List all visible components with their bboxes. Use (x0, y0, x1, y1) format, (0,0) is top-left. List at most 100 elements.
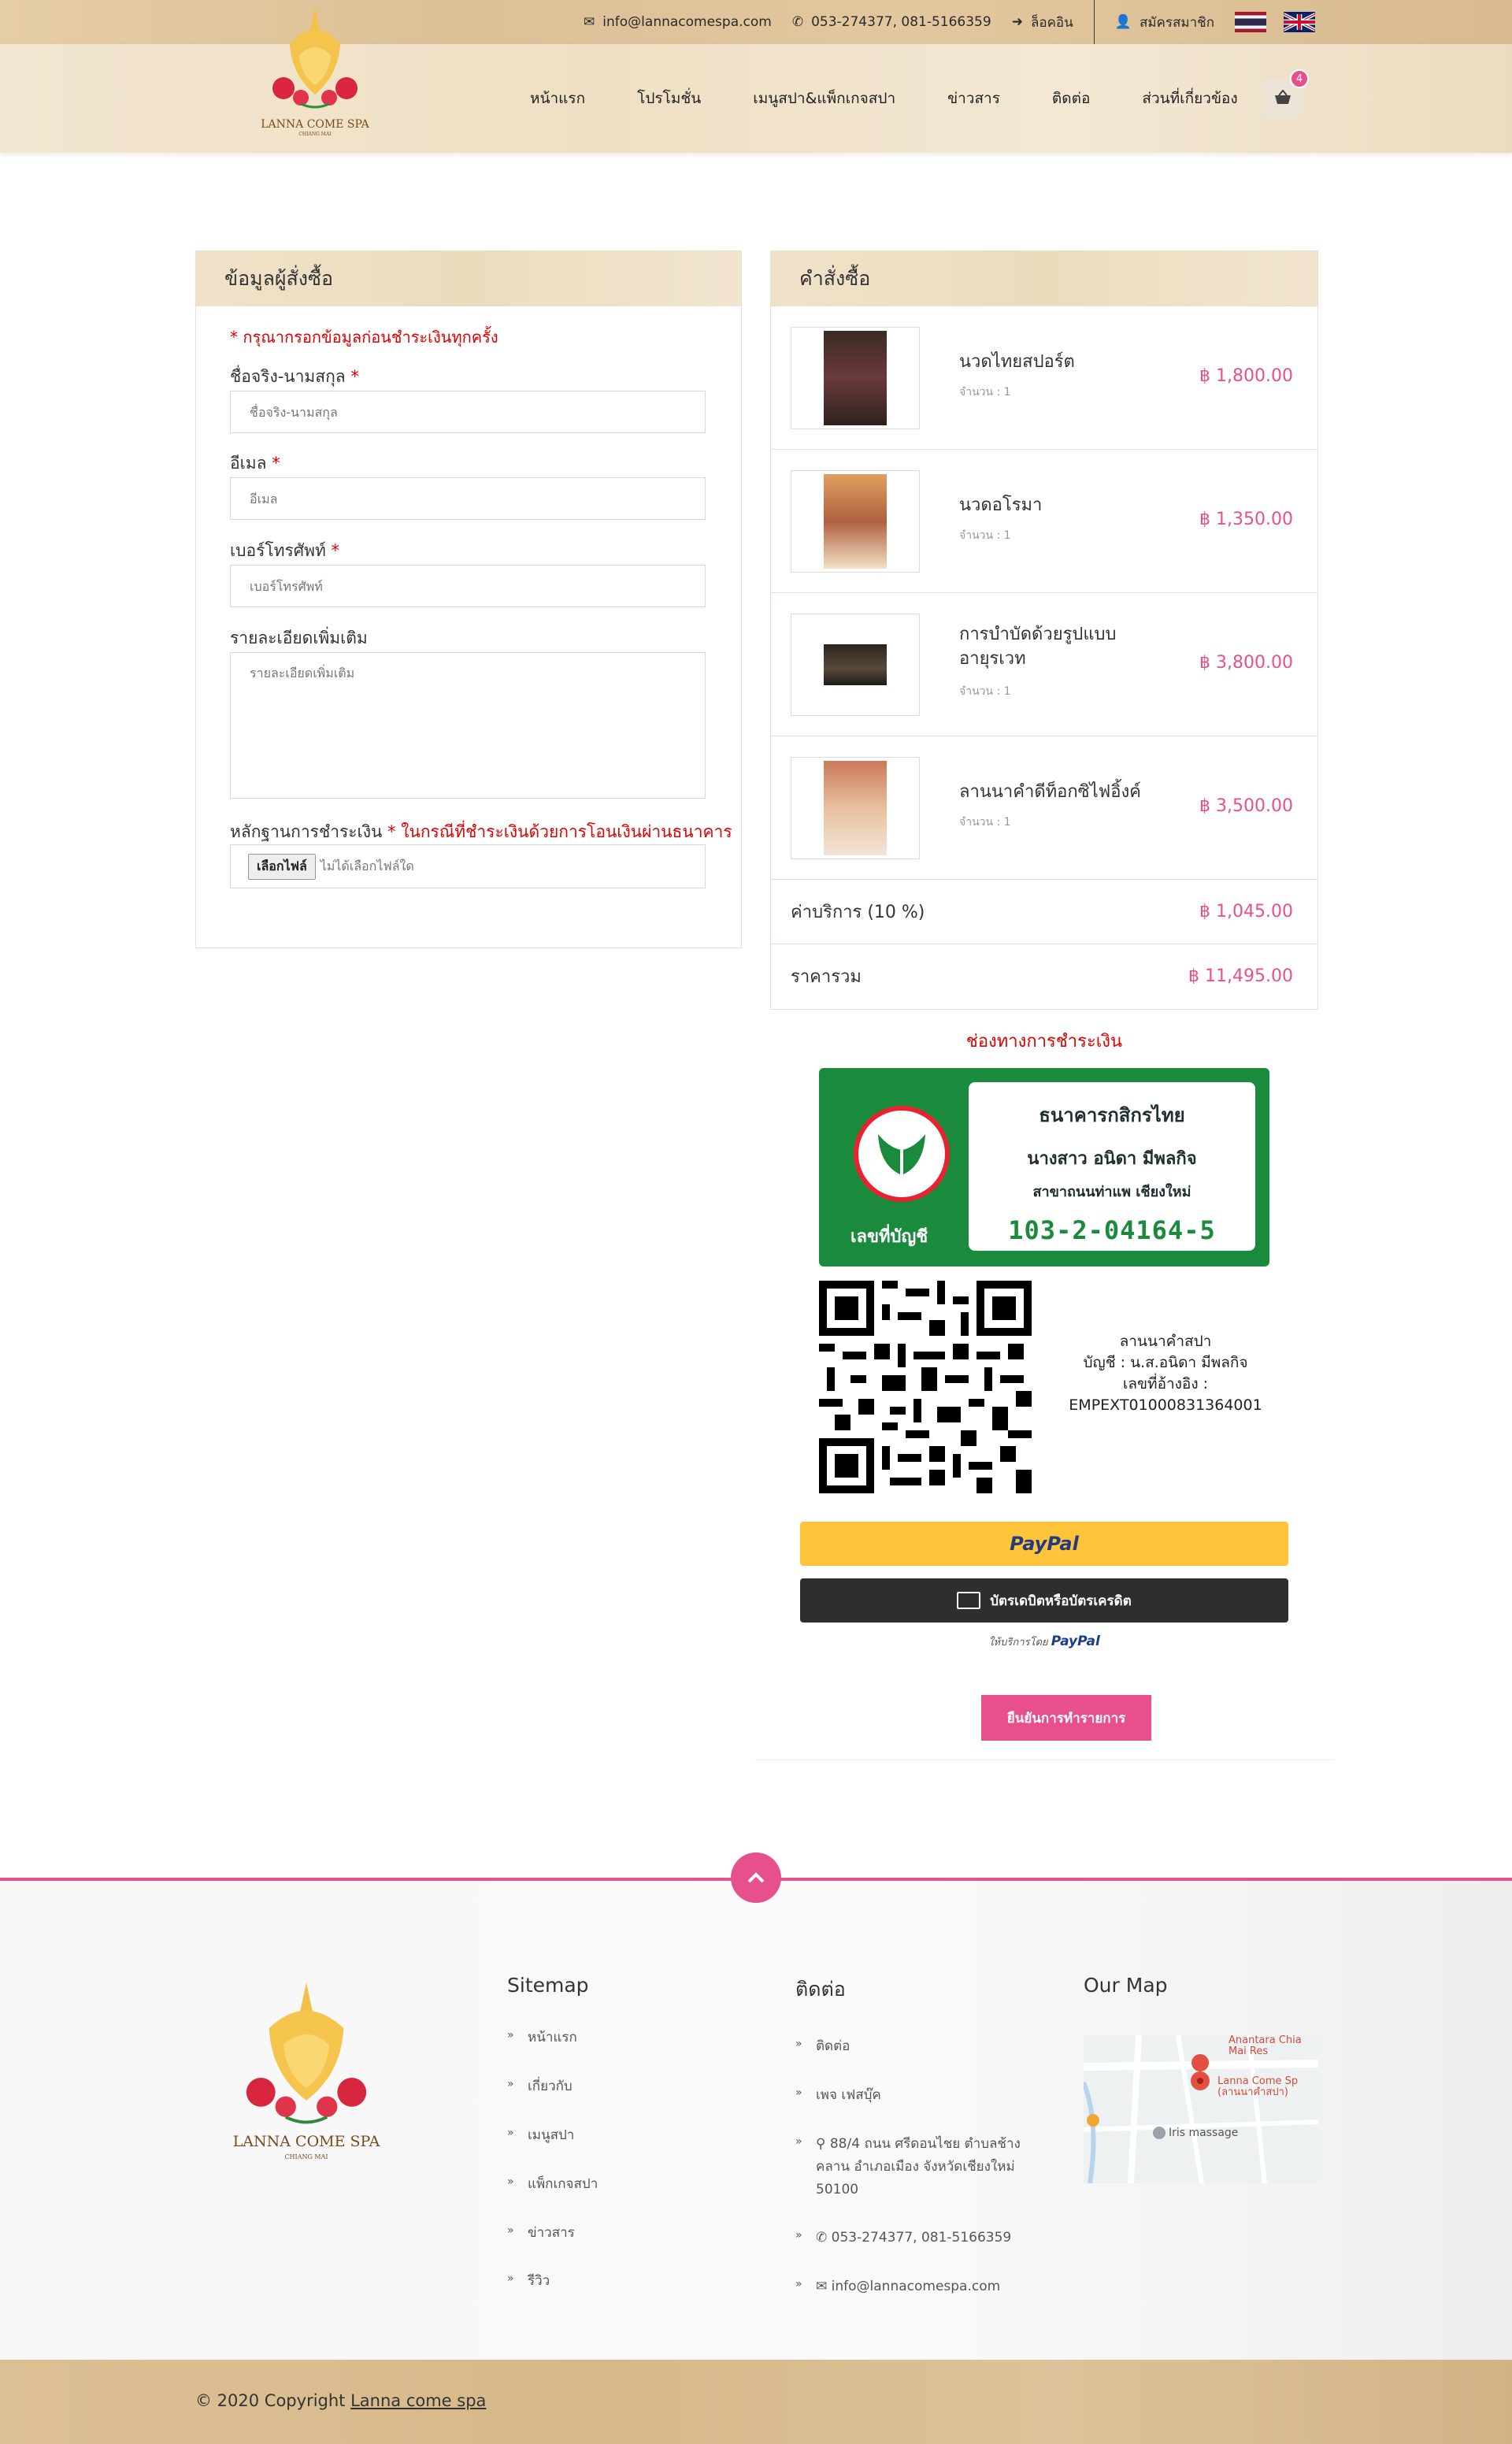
top-bar: ✉ info@lannacomespa.com ✆ 053-274377, 08… (0, 0, 1512, 44)
google-map[interactable]: Anantara Chia Mai Res Lanna Come Sp (ลาน… (1084, 2035, 1318, 2183)
product-image (791, 614, 920, 716)
cart-icon (1275, 90, 1291, 104)
register-link[interactable]: 👤 สมัครสมาชิก (1115, 12, 1214, 33)
sitemap-link[interactable]: » หน้าแรก (507, 2027, 598, 2049)
copyright-link[interactable]: Lanna come spa (350, 2391, 486, 2410)
file-input[interactable]: เลือกไฟล์ ไม่ได้เลือกไฟล์ใด (230, 844, 706, 888)
sitemap-link[interactable]: » ข่าวสาร (507, 2222, 598, 2245)
double-chevron-icon: » (795, 2278, 802, 2291)
bank-account-card: เลขที่บัญชี ธนาคารกสิกรไทย นางสาว อนิดา … (819, 1068, 1269, 1267)
total-value: ฿ 11,495.00 (1188, 966, 1293, 986)
phone-input[interactable] (230, 565, 706, 607)
envelope-icon: ✉ (816, 2279, 828, 2295)
card-payment-button[interactable]: บัตรเดบิตหรือบัตรเครดิต (800, 1578, 1288, 1623)
sitemap-link[interactable]: » เมนูสปา (507, 2124, 598, 2147)
footer-map: Our Map (1084, 1974, 1168, 2027)
paypal-logo: PayPal (1010, 1533, 1079, 1555)
form-notice: * กรุณากรอกข้อมูลก่อนชำระเงินทุกครั้ง (230, 328, 498, 347)
paypal-button[interactable]: PayPal (800, 1522, 1288, 1566)
double-chevron-icon: » (795, 2134, 802, 2148)
map-label-resort: Anantara Chia Mai Res (1228, 2035, 1302, 2057)
double-chevron-icon: » (795, 2229, 802, 2242)
topbar-divider (1093, 0, 1095, 44)
sign-in-icon: ➜ (1011, 14, 1023, 30)
buyer-info-title: ข้อมูลผู้สั่งซื้อ (196, 251, 741, 306)
double-chevron-icon: » (795, 2038, 802, 2050)
product-image (791, 757, 920, 859)
details-textarea[interactable] (230, 652, 706, 799)
double-chevron-icon: » (507, 2126, 514, 2139)
map-label-spa: Lanna Come Sp (ลานนาคำสปา) (1217, 2075, 1299, 2098)
product-qty: จำนวน : 1 (959, 685, 1011, 698)
bank-name: ธนาคารกสิกรไทย (1039, 1104, 1185, 1126)
product-price: ฿ 3,500.00 (1199, 796, 1293, 816)
order-item: การบำบัดด้วยรูปแบบอายุรเวท จำนวน : 1 ฿ 3… (770, 592, 1318, 736)
product-name: ลานนาคำดีท็อกซิไฟอิ้งค์ (959, 782, 1141, 802)
nav-spa-menu[interactable]: เมนูสปา&แพ็กเกจสปา (727, 87, 921, 110)
footer-phone[interactable]: » ✆ 053-274377, 081-5166359 (795, 2227, 1047, 2249)
credit-card-icon (957, 1592, 981, 1609)
sitemap-title: Sitemap (507, 1974, 589, 1997)
qr-account: บัญชี : น.ส.อนิดา มีพลกิจ (1083, 1354, 1248, 1371)
product-qty: จำนวน : 1 (959, 816, 1011, 829)
facebook-link[interactable]: » เพจ เฟสบุ๊ค (795, 2084, 1047, 2107)
map-title: Our Map (1084, 1974, 1168, 1997)
copyright: © 2020 Copyright Lanna come spa (195, 2391, 487, 2410)
scroll-top-button[interactable] (731, 1852, 781, 1903)
sitemap-link[interactable]: » เกี่ยวกับ (507, 2075, 598, 2098)
file-status: ไม่ได้เลือกไฟล์ใด (320, 858, 414, 873)
logo-text: LANNA COME SPA (261, 118, 369, 131)
topbar-phone[interactable]: ✆ 053-274377, 081-5166359 (792, 14, 991, 30)
nav-contact[interactable]: ติดต่อ (1026, 87, 1116, 110)
sitemap-link[interactable]: » แพ็กเกจสปา (507, 2173, 598, 2196)
phone-label: เบอร์โทรศัพท์ * (230, 541, 340, 560)
kbank-logo-icon (854, 1106, 950, 1202)
product-name: นวดไทยสปอร์ต (959, 352, 1075, 372)
footer-logo: LANNA COME SPA CHIANG MAI (224, 1979, 389, 2168)
product-image (791, 327, 920, 429)
total-label: ราคารวม (791, 967, 862, 987)
confirm-order-button[interactable]: ยืนยันการทำรายการ (981, 1695, 1151, 1741)
name-input[interactable] (230, 391, 706, 433)
bank-details: ธนาคารกสิกรไทย นางสาว อนิดา มีพลกิจ สาขา… (969, 1082, 1255, 1251)
email-input[interactable] (230, 477, 706, 520)
sitemap-link[interactable]: » รีวิว (507, 2270, 598, 2293)
qr-code (819, 1281, 1032, 1493)
topbar-email[interactable]: ✉ info@lannacomespa.com (584, 14, 772, 30)
qr-reference-label: เลขที่อ้างอิง : (1122, 1375, 1209, 1393)
map-marker-icon: ⚲ (816, 2135, 826, 2152)
order-item: นวดไทยสปอร์ต จำนวน : 1 ฿ 1,800.00 (770, 306, 1318, 449)
details-label: รายละเอียดเพิ่มเติม (230, 629, 368, 647)
double-chevron-icon: » (507, 2175, 514, 2188)
contact-link[interactable]: » ติดต่อ (795, 2035, 1047, 2058)
product-price: ฿ 1,350.00 (1199, 510, 1293, 529)
nav-promotion[interactable]: โปรโมชั่น (611, 87, 727, 110)
qr-merchant: ลานนาคำสปา (1119, 1333, 1212, 1350)
bank-branch: สาขาถนนท่าแพ เชียงใหม่ (1032, 1184, 1191, 1200)
nav-home[interactable]: หน้าแรก (504, 87, 611, 110)
nav-news[interactable]: ข่าวสาร (921, 87, 1026, 110)
double-chevron-icon: » (507, 2029, 514, 2042)
footer-logo-city: CHIANG MAI (284, 2153, 328, 2160)
site-logo[interactable]: LANNA COME SPA CHIANG MAI (252, 0, 378, 138)
nav-related[interactable]: ส่วนที่เกี่ยวข้อง (1116, 87, 1263, 110)
footer-email[interactable]: » ✉ info@lannacomespa.com (795, 2275, 1047, 2298)
choose-file-button[interactable]: เลือกไฟล์ (248, 853, 316, 880)
qr-reference: EMPEXT01000831364001 (1069, 1396, 1262, 1414)
order-title: คำสั่งซื้อ (771, 251, 1317, 306)
double-chevron-icon: » (507, 2223, 514, 2237)
double-chevron-icon: » (795, 2086, 802, 2099)
uk-flag-icon[interactable] (1284, 12, 1315, 32)
service-fee-row: ค่าบริการ (10 %) ฿ 1,045.00 (770, 879, 1318, 944)
account-number: 103-2-04164-5 (1008, 1215, 1216, 1245)
product-name: การบำบัดด้วยรูปแบบอายุรเวท (959, 625, 1117, 669)
order-item: นวดอโรมา จำนวน : 1 ฿ 1,350.00 (770, 449, 1318, 592)
footer-sitemap: Sitemap » หน้าแรก » เกี่ยวกับ » เมนูสปา » แพ… (507, 1974, 598, 2319)
double-chevron-icon: » (507, 2077, 514, 2090)
login-link[interactable]: ➜ ล็อคอิน (1012, 12, 1073, 33)
product-price: ฿ 3,800.00 (1199, 653, 1293, 673)
double-chevron-icon: » (507, 2272, 514, 2286)
thai-flag-icon[interactable] (1235, 12, 1266, 32)
user-plus-icon: 👤 (1114, 14, 1132, 30)
product-name: นวดอโรมา (959, 495, 1043, 515)
